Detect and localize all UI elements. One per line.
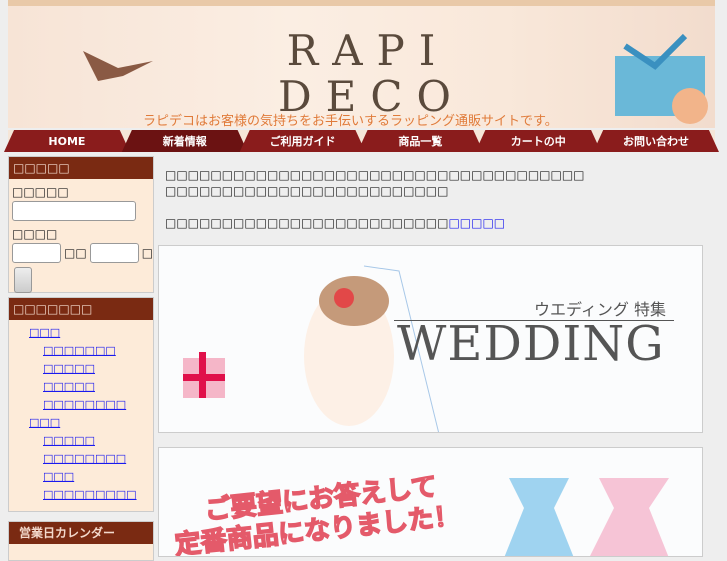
nav-contact[interactable]: お問い合わせ (593, 130, 719, 152)
intro-text: □□□□□□□□□□□□□□□□□□□□□□□□□□□□□□□□□□□□□ □□… (165, 167, 705, 231)
nav-cart[interactable]: カートの中 (475, 130, 602, 152)
search-submit-button[interactable] (14, 267, 32, 293)
site-logo[interactable]: RAPI DECO (278, 28, 458, 120)
intro-line: □□□□□□□□□□□□□□□□□□□□□□□□□ (165, 184, 449, 198)
calendar-box: 営業日カレンダー (8, 521, 154, 561)
category-link[interactable]: □□□□□ (43, 360, 153, 378)
intro-line: □□□□□□□□□□□□□□□□□□□□□□□□□□□□□□□□□□□□□ (165, 168, 585, 182)
price-max-input[interactable] (89, 243, 139, 263)
price-suffix: □ (141, 246, 154, 260)
swallow-icon (83, 51, 153, 81)
nav-news[interactable]: 新着情報 (121, 130, 248, 152)
category-link[interactable]: □□□□□ (43, 378, 153, 396)
gift-ribbon-icon (615, 33, 708, 124)
category-link[interactable]: □□□□□□□□ (43, 450, 153, 468)
category-link[interactable]: □□□□□ (43, 432, 153, 450)
category-group-link[interactable]: □□□ (29, 324, 153, 342)
category-link[interactable]: □□□□□□□□□ (43, 486, 153, 504)
calendar-box-title: 営業日カレンダー (9, 522, 153, 544)
wedding-banner[interactable]: ウエディング 特集 WEDDING (158, 245, 703, 433)
nav-home[interactable]: HOME (4, 130, 130, 152)
site-header: RAPI DECO ラピデコはお客様の気持ちをお手伝いするラッピング通販サイトです… (8, 0, 715, 128)
category-link[interactable]: □□□□□□□ (43, 342, 153, 360)
gift-bags-image (504, 478, 669, 556)
keyword-label: □□□□□ (12, 185, 69, 199)
tagline: ラピデコはお客様の気持ちをお手伝いするラッピング通販サイトです。 (143, 114, 558, 128)
category-box-title: □□□□□□□ (9, 298, 153, 320)
category-link[interactable]: □□□□□□□□ (43, 396, 153, 414)
search-box-title: □□□□□ (9, 157, 153, 179)
search-box: □□□□□ □□□□□ □□□□ □□ □ (8, 156, 154, 293)
price-separator: □□ (64, 246, 87, 260)
standard-products-banner[interactable]: ご要望にお答えして 定番商品になりました！ (158, 447, 703, 557)
nav-guide[interactable]: ご利用ガイド (239, 130, 366, 152)
intro-line: □□□□□□□□□□□□□□□□□□□□□□□□□ (165, 216, 449, 230)
category-link[interactable]: □□□ (43, 468, 153, 486)
category-group-link[interactable]: □□□ (29, 414, 153, 432)
intro-link[interactable]: □□□□□ (448, 216, 505, 230)
nav-products[interactable]: 商品一覧 (357, 130, 484, 152)
category-box: □□□□□□□ □□□ □□□□□□□ □□□□□ □□□□□ □□□□□□□□… (8, 297, 154, 512)
main-nav: HOME 新着情報 ご利用ガイド 商品一覧 カートの中 お問い合わせ (4, 130, 719, 152)
wedding-title: WEDDING (397, 316, 665, 372)
price-min-input[interactable] (12, 243, 61, 263)
keyword-input[interactable] (12, 201, 136, 221)
price-label: □□□□ (12, 227, 58, 241)
